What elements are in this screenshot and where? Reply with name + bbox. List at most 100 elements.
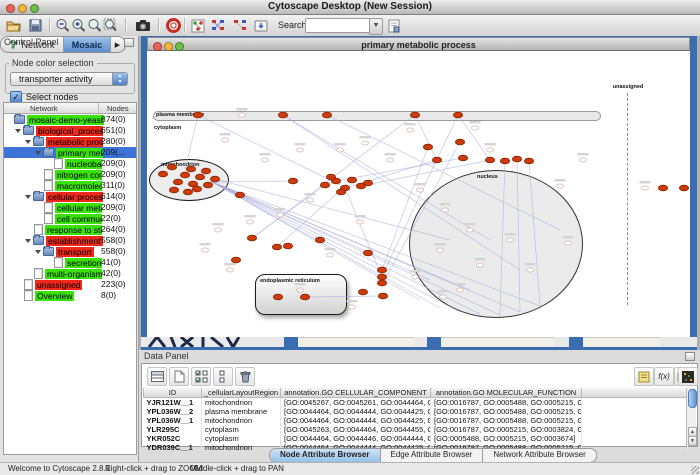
network-node[interactable] [278, 112, 287, 118]
network-node[interactable] [512, 156, 521, 162]
zoom-selected-region-icon[interactable] [101, 17, 119, 34]
tree-row-metabolic-process[interactable]: metabolic process280(0) [4, 136, 136, 147]
table-cell[interactable]: [GO:0016787, GO:0005215, GO:0003824, G..… [431, 425, 582, 434]
expander-icon[interactable] [25, 195, 31, 199]
network-node[interactable] [167, 164, 176, 170]
network-node[interactable] [193, 112, 202, 118]
search-options-icon[interactable] [385, 17, 403, 34]
network-node-small[interactable] [642, 186, 649, 190]
tree-row-biological-process[interactable]: biological_process651(0) [4, 125, 136, 136]
network-node-small[interactable] [565, 241, 572, 245]
network-node-small[interactable] [349, 305, 356, 309]
table-row-yjr121w-1[interactable]: YJR121W__1mitochondrion[GO:0045267, GO:0… [144, 398, 688, 408]
network-node[interactable] [186, 166, 195, 172]
scrollbar-thumb[interactable] [688, 389, 697, 408]
tree-row-secretion[interactable]: secretion41(0) [4, 257, 136, 268]
table-cell[interactable]: [GO:0016787, GO:0005488, GO:0005215, G..… [431, 398, 582, 408]
tab-edge-attribute-browser[interactable]: Edge Attribute Browser [381, 449, 484, 462]
network-node[interactable] [272, 244, 281, 250]
network-node[interactable] [658, 185, 667, 191]
search-input[interactable] [305, 18, 373, 33]
background-window[interactable] [569, 337, 583, 347]
select-attributes-icon[interactable] [191, 367, 211, 386]
network-node-small[interactable] [487, 148, 494, 152]
table-cell[interactable]: cytoplasm [202, 434, 281, 443]
snapshot-icon[interactable] [134, 17, 152, 34]
new-network-selected-edges-icon[interactable] [231, 17, 249, 34]
network-node-small[interactable] [477, 263, 484, 267]
network-node[interactable] [288, 178, 297, 184]
table-row-ypl036w-2[interactable]: YPL036W__2plasma membrane[GO:0044464, GO… [144, 407, 688, 416]
tree-row-unassigned[interactable]: unassigned223(0) [4, 279, 136, 290]
network-node[interactable] [500, 158, 509, 164]
network-node[interactable] [377, 280, 386, 286]
table-cell[interactable]: mitochondrion [202, 398, 281, 408]
network-node[interactable] [377, 267, 386, 273]
network-node[interactable] [358, 289, 367, 295]
network-node-small[interactable] [417, 188, 424, 192]
table-cell[interactable]: cytoplasm [202, 425, 281, 434]
network-node-small[interactable] [507, 238, 514, 242]
network-node-small[interactable] [557, 184, 564, 188]
network-node[interactable] [458, 155, 467, 161]
table-cell[interactable]: [GO:0044464, GO:0044444, GO:0044425, G..… [281, 407, 431, 416]
network-node[interactable] [423, 144, 432, 150]
table-row-ylr295c[interactable]: YLR295Ccytoplasm[GO:0045263, GO:0044464,… [144, 425, 688, 434]
import-network-icon[interactable] [252, 17, 270, 34]
background-window[interactable] [427, 337, 441, 347]
network-node[interactable] [524, 158, 533, 164]
float-data-panel-icon[interactable] [685, 352, 695, 361]
tree-row-cellular-metabo[interactable]: cellular metabo209(0) [4, 202, 136, 213]
tab-node-attribute-browser[interactable]: Node Attribute Browser [270, 449, 381, 462]
attribute-select-icon[interactable] [147, 367, 167, 386]
tree-row-overview[interactable]: Overview8(0) [4, 290, 136, 301]
tab-mosaic[interactable]: Mosaic [64, 37, 111, 52]
tree-row-macromolecule[interactable]: macromolecule311(0) [4, 180, 136, 191]
network-node-small[interactable] [412, 275, 419, 279]
table-column-annotation-go-molecular-function[interactable]: annotation.GO MOLECULAR_FUNCTION [431, 388, 582, 398]
save-session-icon[interactable] [26, 17, 44, 34]
network-node-small[interactable] [202, 248, 209, 252]
network-node[interactable] [322, 112, 331, 118]
expander-icon[interactable] [15, 129, 21, 133]
expander-icon[interactable] [25, 239, 31, 243]
table-cell[interactable]: YPL036W__1 [144, 416, 202, 425]
network-node[interactable] [485, 157, 494, 163]
function-builder-icon[interactable]: f(x) [654, 367, 674, 386]
create-attribute-icon[interactable] [169, 367, 189, 386]
network-node-small[interactable] [580, 158, 587, 162]
tree-row-nucleobase-c[interactable]: nucleobase-c209(0) [4, 158, 136, 169]
new-network-all-edges-icon[interactable] [209, 17, 227, 34]
network-node[interactable] [169, 187, 178, 193]
table-column-id[interactable]: ID [144, 388, 202, 398]
attribute-matrix-icon[interactable] [678, 367, 698, 386]
network-node[interactable] [378, 293, 387, 299]
notes-icon[interactable] [634, 367, 654, 386]
network-node-small[interactable] [362, 141, 369, 145]
network-node-small[interactable] [222, 138, 229, 142]
background-window[interactable] [284, 337, 298, 347]
tab-scroll-right[interactable]: ▶ [111, 37, 125, 52]
network-node-small[interactable] [277, 213, 284, 217]
tree-col-nodes[interactable]: Nodes [107, 104, 129, 113]
network-node-small[interactable] [297, 288, 304, 292]
network-node[interactable] [363, 180, 372, 186]
network-node[interactable] [347, 177, 356, 183]
expander-icon[interactable] [35, 151, 41, 155]
scroll-down-icon[interactable]: ▼ [688, 436, 697, 446]
table-cell[interactable]: [GO:0016787, GO:0005488, GO:0005215, G..… [431, 407, 582, 416]
network-node-small[interactable] [227, 268, 234, 272]
tree-row-primary-metabo[interactable]: primary metabo209(... [4, 147, 136, 158]
network-node[interactable] [273, 294, 282, 300]
tree-row-transport[interactable]: transport558(0) [4, 246, 136, 257]
network-node[interactable] [203, 182, 212, 188]
network-node-small[interactable] [215, 228, 222, 232]
network-node-small[interactable] [440, 295, 447, 299]
delete-attribute-icon[interactable] [235, 367, 255, 386]
network-node[interactable] [192, 186, 201, 192]
network-node[interactable] [201, 168, 210, 174]
table-column-cellularlayoutregion[interactable]: _cellularLayoutRegion [202, 388, 281, 398]
table-cell[interactable]: [GO:0045267, GO:0045261, GO:0044464, G..… [281, 398, 431, 408]
network-node-small[interactable] [307, 198, 314, 202]
tree-row-nitrogen-compo[interactable]: nitrogen compo209(0) [4, 169, 136, 180]
